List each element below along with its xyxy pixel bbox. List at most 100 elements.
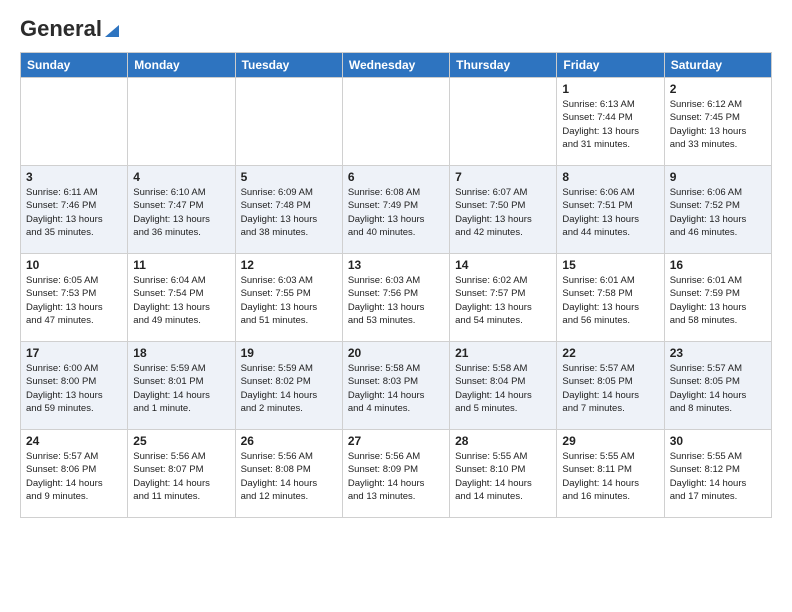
cell-info: Sunrise: 6:12 AM Sunset: 7:45 PM Dayligh… [670,98,766,151]
day-number: 28 [455,434,551,448]
col-header-friday: Friday [557,53,664,78]
day-number: 21 [455,346,551,360]
day-number: 7 [455,170,551,184]
col-header-saturday: Saturday [664,53,771,78]
calendar-cell: 15 Sunrise: 6:01 AM Sunset: 7:58 PM Dayli… [557,254,664,342]
day-number: 1 [562,82,658,96]
cell-info: Sunrise: 6:09 AM Sunset: 7:48 PM Dayligh… [241,186,337,239]
day-number: 6 [348,170,444,184]
cell-info: Sunrise: 6:06 AM Sunset: 7:52 PM Dayligh… [670,186,766,239]
cell-info: Sunrise: 5:57 AM Sunset: 8:05 PM Dayligh… [562,362,658,415]
calendar-cell: 18Sunrise: 5:59 AM Sunset: 8:01 PM Dayli… [128,342,235,430]
calendar-cell: 13 Sunrise: 6:03 AM Sunset: 7:56 PM Dayli… [342,254,449,342]
cell-info: Sunrise: 5:56 AM Sunset: 8:07 PM Dayligh… [133,450,229,503]
day-number: 27 [348,434,444,448]
header-row: SundayMondayTuesdayWednesdayThursdayFrid… [21,53,772,78]
week-row-2: 10 Sunrise: 6:05 AM Sunset: 7:53 PM Dayli… [21,254,772,342]
calendar-cell: 28 Sunrise: 5:55 AM Sunset: 8:10 PM Dayli… [450,430,557,518]
day-number: 17 [26,346,122,360]
day-number: 19 [241,346,337,360]
calendar-cell [128,78,235,166]
day-number: 5 [241,170,337,184]
day-number: 16 [670,258,766,272]
cell-info: Sunrise: 6:04 AM Sunset: 7:54 PM Dayligh… [133,274,229,327]
calendar-cell: 4Sunrise: 6:10 AM Sunset: 7:47 PM Daylig… [128,166,235,254]
calendar-cell: 19 Sunrise: 5:59 AM Sunset: 8:02 PM Dayli… [235,342,342,430]
day-number: 26 [241,434,337,448]
calendar-cell: 1 Sunrise: 6:13 AM Sunset: 7:44 PM Daylig… [557,78,664,166]
cell-info: Sunrise: 5:55 AM Sunset: 8:11 PM Dayligh… [562,450,658,503]
calendar-cell: 3 Sunrise: 6:11 AM Sunset: 7:46 PM Daylig… [21,166,128,254]
week-row-3: 17Sunrise: 6:00 AM Sunset: 8:00 PM Dayli… [21,342,772,430]
logo: General [20,16,121,42]
day-number: 11 [133,258,229,272]
calendar-cell: 20Sunrise: 5:58 AM Sunset: 8:03 PM Dayli… [342,342,449,430]
day-number: 8 [562,170,658,184]
calendar-cell: 26 Sunrise: 5:56 AM Sunset: 8:08 PM Dayli… [235,430,342,518]
calendar-cell: 9 Sunrise: 6:06 AM Sunset: 7:52 PM Daylig… [664,166,771,254]
week-row-4: 24Sunrise: 5:57 AM Sunset: 8:06 PM Dayli… [21,430,772,518]
week-row-1: 3 Sunrise: 6:11 AM Sunset: 7:46 PM Daylig… [21,166,772,254]
day-number: 15 [562,258,658,272]
calendar-cell [235,78,342,166]
calendar-cell: 23Sunrise: 5:57 AM Sunset: 8:05 PM Dayli… [664,342,771,430]
header: General [20,16,772,42]
day-number: 30 [670,434,766,448]
calendar-header: SundayMondayTuesdayWednesdayThursdayFrid… [21,53,772,78]
logo-triangle-icon [103,21,121,39]
calendar-cell [342,78,449,166]
cell-info: Sunrise: 6:02 AM Sunset: 7:57 PM Dayligh… [455,274,551,327]
week-row-0: 1 Sunrise: 6:13 AM Sunset: 7:44 PM Daylig… [21,78,772,166]
calendar-cell: 24Sunrise: 5:57 AM Sunset: 8:06 PM Dayli… [21,430,128,518]
calendar-cell: 25 Sunrise: 5:56 AM Sunset: 8:07 PM Dayli… [128,430,235,518]
cell-info: Sunrise: 6:08 AM Sunset: 7:49 PM Dayligh… [348,186,444,239]
calendar-cell: 29 Sunrise: 5:55 AM Sunset: 8:11 PM Dayli… [557,430,664,518]
calendar-cell: 27Sunrise: 5:56 AM Sunset: 8:09 PM Dayli… [342,430,449,518]
cell-info: Sunrise: 6:01 AM Sunset: 7:59 PM Dayligh… [670,274,766,327]
day-number: 13 [348,258,444,272]
day-number: 4 [133,170,229,184]
col-header-wednesday: Wednesday [342,53,449,78]
cell-info: Sunrise: 6:03 AM Sunset: 7:56 PM Dayligh… [348,274,444,327]
cell-info: Sunrise: 6:11 AM Sunset: 7:46 PM Dayligh… [26,186,122,239]
day-number: 2 [670,82,766,96]
calendar-cell: 6 Sunrise: 6:08 AM Sunset: 7:49 PM Daylig… [342,166,449,254]
calendar-cell [450,78,557,166]
cell-info: Sunrise: 5:58 AM Sunset: 8:03 PM Dayligh… [348,362,444,415]
page: General SundayMondayTuesdayWednesdayThur… [0,0,792,534]
cell-info: Sunrise: 6:13 AM Sunset: 7:44 PM Dayligh… [562,98,658,151]
calendar-cell: 5 Sunrise: 6:09 AM Sunset: 7:48 PM Daylig… [235,166,342,254]
calendar-cell: 12Sunrise: 6:03 AM Sunset: 7:55 PM Dayli… [235,254,342,342]
cell-info: Sunrise: 5:57 AM Sunset: 8:06 PM Dayligh… [26,450,122,503]
cell-info: Sunrise: 5:58 AM Sunset: 8:04 PM Dayligh… [455,362,551,415]
calendar-cell [21,78,128,166]
logo-line: General [20,16,121,42]
col-header-monday: Monday [128,53,235,78]
col-header-sunday: Sunday [21,53,128,78]
cell-info: Sunrise: 6:01 AM Sunset: 7:58 PM Dayligh… [562,274,658,327]
calendar-cell: 14Sunrise: 6:02 AM Sunset: 7:57 PM Dayli… [450,254,557,342]
cell-info: Sunrise: 6:05 AM Sunset: 7:53 PM Dayligh… [26,274,122,327]
cell-info: Sunrise: 5:56 AM Sunset: 8:08 PM Dayligh… [241,450,337,503]
cell-info: Sunrise: 5:57 AM Sunset: 8:05 PM Dayligh… [670,362,766,415]
cell-info: Sunrise: 5:59 AM Sunset: 8:02 PM Dayligh… [241,362,337,415]
logo-text: General [20,16,121,42]
calendar-table: SundayMondayTuesdayWednesdayThursdayFrid… [20,52,772,518]
calendar-body: 1 Sunrise: 6:13 AM Sunset: 7:44 PM Daylig… [21,78,772,518]
calendar-cell: 10 Sunrise: 6:05 AM Sunset: 7:53 PM Dayli… [21,254,128,342]
day-number: 3 [26,170,122,184]
logo-general: General [20,16,102,41]
cell-info: Sunrise: 6:03 AM Sunset: 7:55 PM Dayligh… [241,274,337,327]
cell-info: Sunrise: 6:06 AM Sunset: 7:51 PM Dayligh… [562,186,658,239]
day-number: 25 [133,434,229,448]
day-number: 29 [562,434,658,448]
calendar-cell: 11 Sunrise: 6:04 AM Sunset: 7:54 PM Dayli… [128,254,235,342]
col-header-thursday: Thursday [450,53,557,78]
day-number: 10 [26,258,122,272]
day-number: 9 [670,170,766,184]
calendar-cell: 22Sunrise: 5:57 AM Sunset: 8:05 PM Dayli… [557,342,664,430]
cell-info: Sunrise: 6:07 AM Sunset: 7:50 PM Dayligh… [455,186,551,239]
cell-info: Sunrise: 5:55 AM Sunset: 8:10 PM Dayligh… [455,450,551,503]
day-number: 18 [133,346,229,360]
cell-info: Sunrise: 5:55 AM Sunset: 8:12 PM Dayligh… [670,450,766,503]
